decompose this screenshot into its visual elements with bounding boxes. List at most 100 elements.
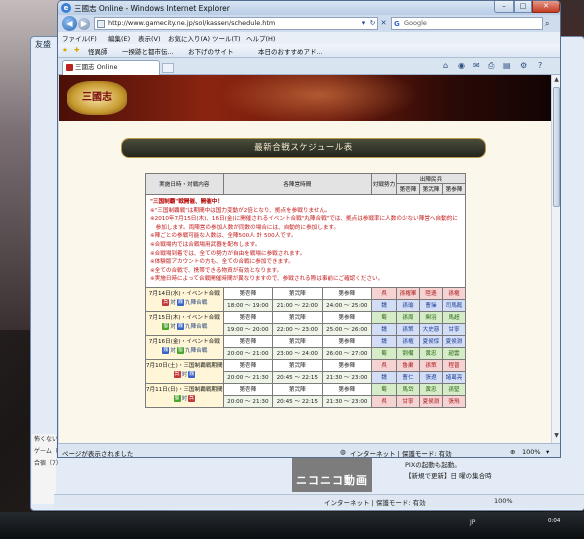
favorite-link[interactable]: 怪異師 (88, 46, 108, 56)
tab-row: 三國志 Online (58, 58, 560, 75)
status-zone[interactable]: インターネット | 保護モード: 有効 (350, 448, 452, 457)
background-note[interactable]: 【新規で更新】日 曜の集合時 (405, 471, 545, 482)
background-note[interactable]: PIXの起動も起動。 (405, 460, 545, 471)
event-date: 7月14日(水) (148, 291, 181, 298)
phase-cell: 第壱陣 (222, 286, 274, 300)
menu-view[interactable]: 表示(V) (138, 33, 161, 43)
stop-icon[interactable]: ✕ (378, 18, 389, 29)
force-b-icon: 呉 (188, 395, 196, 403)
scroll-thumb[interactable] (553, 87, 560, 207)
commander-cell: 諸葛亮 (442, 370, 466, 384)
commander-cell: 関羽 (419, 310, 443, 324)
new-tab-button[interactable] (162, 63, 174, 73)
event-rows: 7月14日(水)・イベント合戦 呉対魏九陣合戦 第壱陣 第弐陣 第参陣呉孫権軍 陸遜孫… (145, 286, 466, 408)
phase-cell: 22:00 〜 23:00 (272, 322, 323, 336)
commander-cell: 甘寧 (442, 322, 466, 336)
background-list-item[interactable]: 怖くない話（22） (32, 434, 84, 446)
header-force: 対戦勢力 (371, 173, 397, 195)
maximize-button[interactable]: □ (514, 1, 532, 13)
favorite-link[interactable]: お下げのサイト (188, 46, 234, 56)
notice-line: ※合戦場到着では、全ての勢力が自由を戦場に参戦されます。 (150, 250, 306, 257)
event-vs: 対 (170, 348, 176, 355)
background-list-item[interactable]: 合宿（7） (32, 458, 62, 470)
menu-help[interactable]: ヘルプ(H) (246, 33, 275, 43)
zoom-level[interactable]: 100% (522, 448, 541, 456)
force-cell: 蜀 (371, 382, 397, 396)
commander-cell: 黄忠 (419, 346, 443, 360)
event-row: 7月15日(木)・イベント合戦 蜀対魏九陣合戦 第壱陣 第弐陣 第参陣蜀孫周 関羽 馬超 (145, 310, 466, 336)
scroll-up-icon[interactable]: ▲ (552, 76, 560, 86)
event-cell: 7月15日(木)・イベント合戦 蜀対魏九陣合戦 (145, 310, 224, 336)
menu-edit[interactable]: 編集(E) (108, 33, 130, 43)
close-button[interactable]: ✕ (532, 1, 560, 13)
event-vs: 対 (170, 324, 176, 331)
search-icon[interactable]: ⌕ (545, 18, 557, 29)
site-logo[interactable]: 三國志 (67, 81, 127, 115)
commander-cell: 劉備 (396, 346, 420, 360)
banner-glow (219, 75, 419, 125)
notice-line: ※合戦場内では合戦場用武器を配布します。 (150, 241, 261, 248)
title-bar[interactable]: e 三國志 Online - Windows Internet Explorer… (58, 1, 560, 15)
tools-menu-icon[interactable]: ⚙ (520, 61, 527, 70)
event-cell: 7月10日(土)・三国制覇戦期間 呉対魏 (145, 358, 224, 384)
commander-cell: 大史慈 (419, 322, 443, 336)
commander-cell: 魯粛 (396, 358, 420, 372)
phase-cell: 20:45 〜 22:15 (272, 394, 323, 408)
page-menu-icon[interactable]: ▤ (503, 61, 511, 70)
browser-window: e 三國志 Online - Windows Internet Explorer… (57, 0, 561, 458)
feeds-icon[interactable]: ◉ (458, 61, 465, 70)
print-icon[interactable]: ⎙ (488, 61, 494, 71)
menu-favorites[interactable]: お気に入り(A) (168, 33, 210, 43)
logo-text: 三國志 (82, 92, 112, 103)
add-favorite-icon[interactable]: ✚ (74, 46, 79, 54)
phase-cell: 21:30 〜 23:00 (321, 370, 373, 384)
commander-cell: 趙雲 (442, 346, 466, 360)
schedule-table: 実施日時・対戦内容 各陣営時間 対戦勢力 出陣民兵 第壱陣 第弐陣 第参陣 "三… (145, 173, 466, 408)
language-indicator[interactable]: JP (470, 519, 475, 526)
tab-sangokushi[interactable]: 三國志 Online (62, 60, 160, 75)
favorite-link[interactable]: 一揆跡と都市伝... (122, 46, 174, 56)
phase-cell: 第弐陣 (272, 286, 323, 300)
forward-arrow-icon[interactable]: ▶ (78, 18, 90, 30)
favorite-link[interactable]: 本日のおすすめアド... (258, 46, 323, 56)
force-a-icon: 呉 (173, 371, 181, 379)
refresh-icon[interactable]: ↻ (367, 18, 378, 29)
menu-tools[interactable]: ツール(T) (212, 33, 241, 43)
event-vs: 対 (170, 300, 176, 307)
vertical-scrollbar[interactable]: ▲ ▼ (551, 75, 560, 443)
zoom-dropdown-icon[interactable]: ▾ (546, 448, 549, 456)
help-icon[interactable]: ? (538, 61, 542, 70)
commander-cell: 孫堅 (442, 382, 466, 396)
address-url: http://www.gamecity.ne.jp/sol/kassen/sch… (108, 19, 276, 27)
event-name: イベント合戦 (186, 339, 220, 346)
globe-icon: ◍ (340, 448, 346, 456)
address-bar[interactable]: http://www.gamecity.ne.jp/sol/kassen/sch… (94, 17, 378, 30)
taskbar-clock[interactable]: 0:04 (548, 518, 560, 525)
commander-cell: 孫権 (396, 334, 420, 348)
home-icon[interactable]: ⌂ (443, 61, 448, 70)
background-list-item[interactable]: ゲーム（65） (32, 446, 71, 458)
back-arrow-icon[interactable]: ◀ (62, 16, 77, 31)
scroll-down-icon[interactable]: ▼ (552, 432, 560, 442)
force-a-icon: 呉 (162, 299, 170, 307)
favorites-star-icon[interactable]: ★ (62, 46, 68, 54)
search-box[interactable]: G Google (391, 17, 543, 30)
phase-cell: 第参陣 (321, 382, 373, 396)
commander-cell: 夏侯淵 (419, 394, 443, 408)
mail-icon[interactable]: ✉ (473, 61, 480, 70)
phase-cell: 19:00 〜 20:00 (222, 322, 274, 336)
address-row: ◀ ▶ http://www.gamecity.ne.jp/sol/kassen… (58, 15, 560, 32)
commander-cell: 夏侯淵 (442, 334, 466, 348)
force-cell: 呉 (371, 394, 397, 408)
phase-cell: 21:00 〜 22:00 (272, 298, 323, 312)
minimize-button[interactable]: – (494, 1, 514, 13)
page-heading: 最新合戦スケジュール表 (121, 138, 486, 158)
phase-cell: 第壱陣 (222, 334, 274, 348)
tab-label: 三國志 Online (75, 63, 118, 71)
menu-file[interactable]: ファイル(F) (62, 33, 97, 43)
phase-cell: 21:30 〜 23:00 (321, 394, 373, 408)
commander-cell: 孫権 (442, 286, 466, 300)
background-status-zoom[interactable]: 100% (494, 497, 513, 505)
phase-cell: 第壱陣 (222, 358, 274, 372)
header-phases: 各陣営時間 (222, 173, 373, 195)
